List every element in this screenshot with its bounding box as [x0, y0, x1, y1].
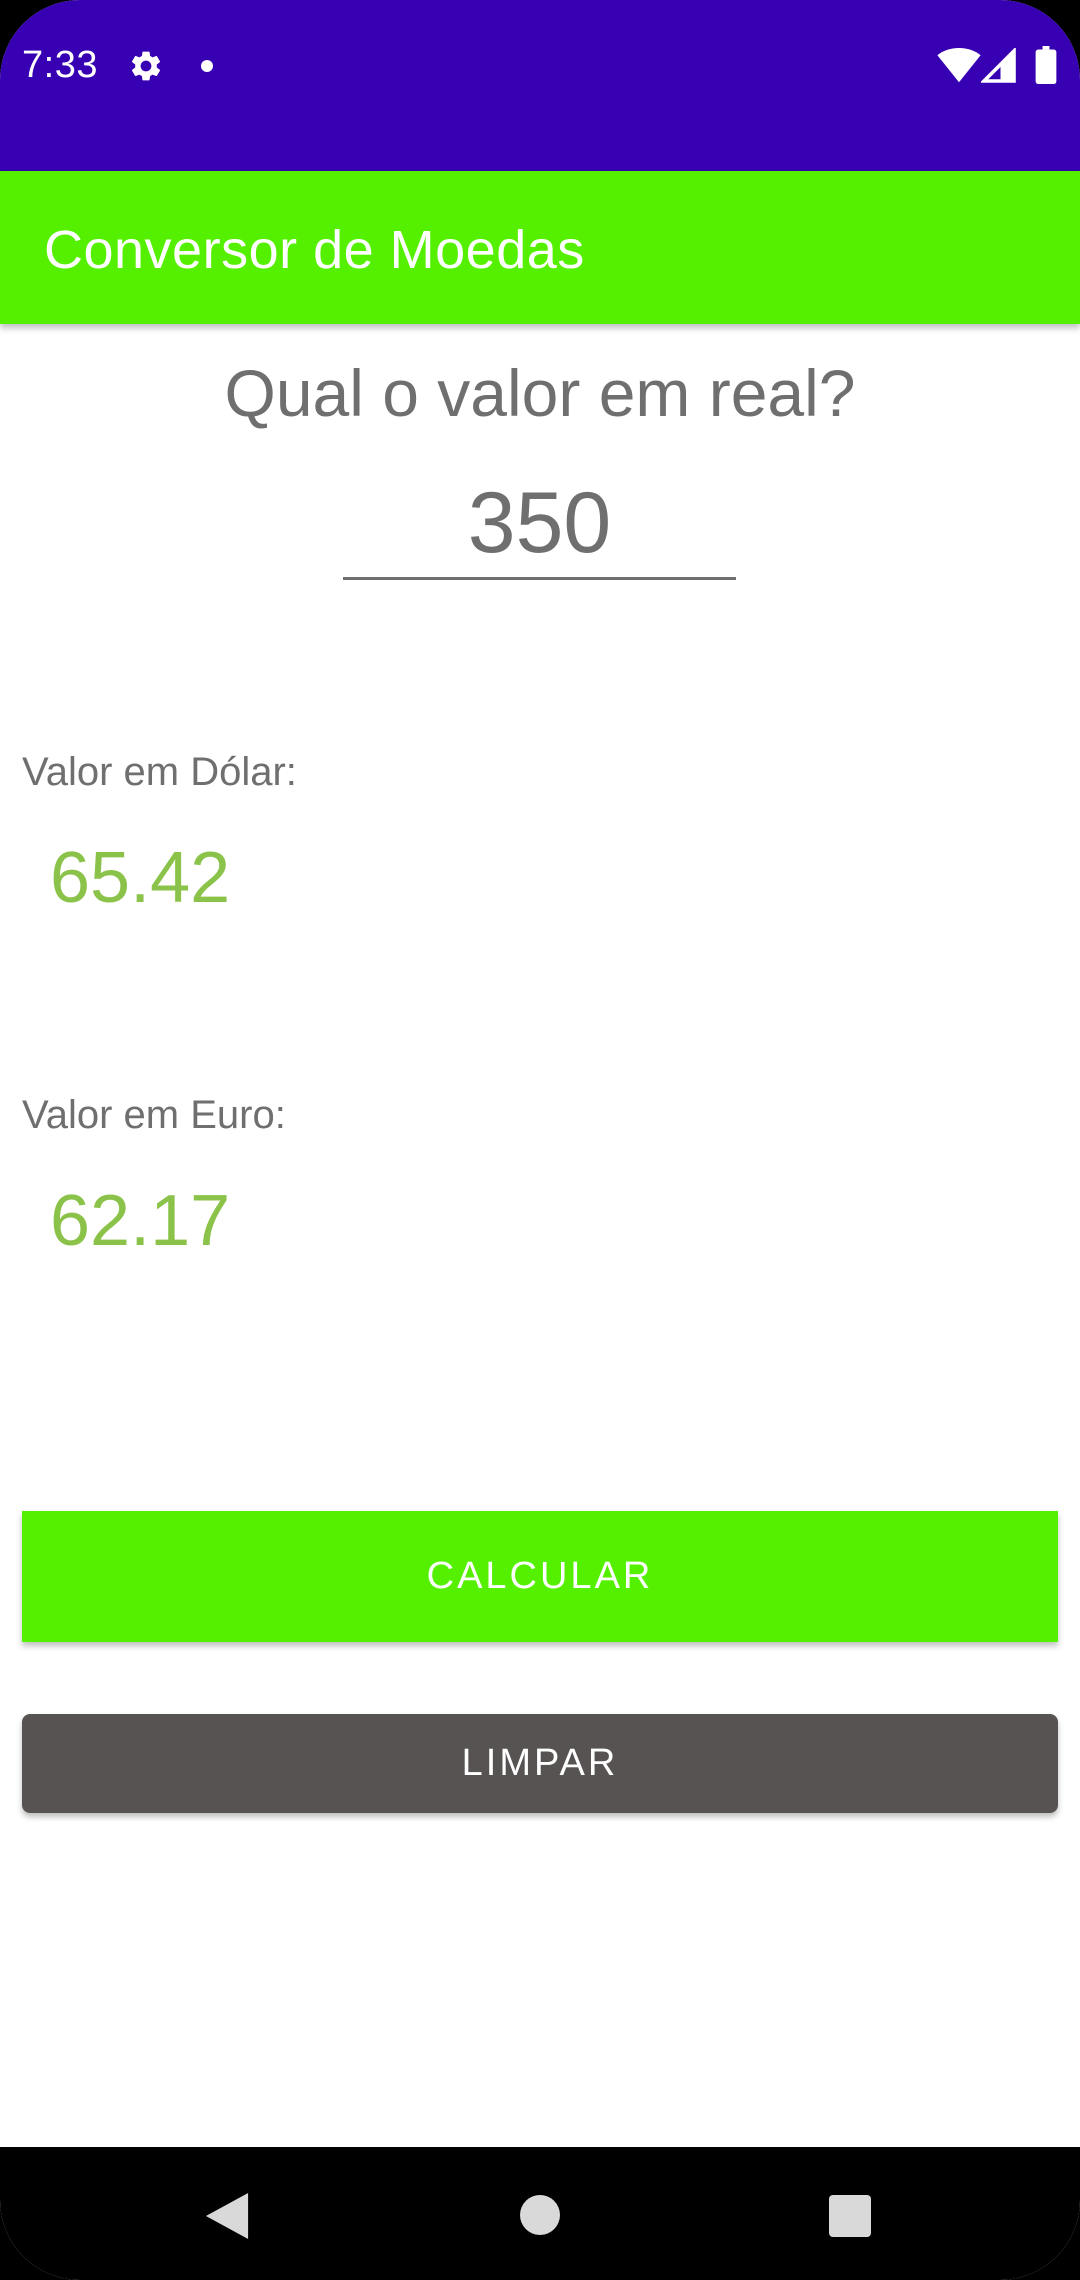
navigation-bar	[0, 2147, 1080, 2280]
app-bar: Conversor de Moedas	[0, 171, 1080, 324]
euro-value: 62.17	[50, 1181, 231, 1261]
status-time: 7:33	[22, 44, 98, 86]
question-label: Qual o valor em real?	[224, 356, 856, 430]
home-icon[interactable]	[520, 2195, 560, 2235]
battery-icon	[1035, 46, 1057, 84]
status-bar: 7:33	[0, 0, 1080, 171]
dollar-value: 65.42	[50, 838, 231, 918]
gear-icon	[131, 51, 161, 81]
app-title: Conversor de Moedas	[44, 220, 585, 280]
wifi-icon	[937, 48, 981, 83]
clear-button[interactable]: LIMPAR	[22, 1714, 1058, 1813]
back-icon[interactable]	[205, 2193, 249, 2239]
notification-dot-icon	[201, 60, 213, 72]
app-screen: 7:33 Conversor de Moedas Qual o valor em…	[0, 0, 1080, 2280]
euro-label: Valor em Euro:	[22, 1093, 286, 1137]
signal-icon	[981, 48, 1016, 83]
dollar-label: Valor em Dólar:	[22, 750, 297, 794]
calculate-button[interactable]: CALCULAR	[22, 1511, 1058, 1642]
recents-icon[interactable]	[829, 2195, 871, 2237]
real-value-input[interactable]	[343, 470, 736, 580]
